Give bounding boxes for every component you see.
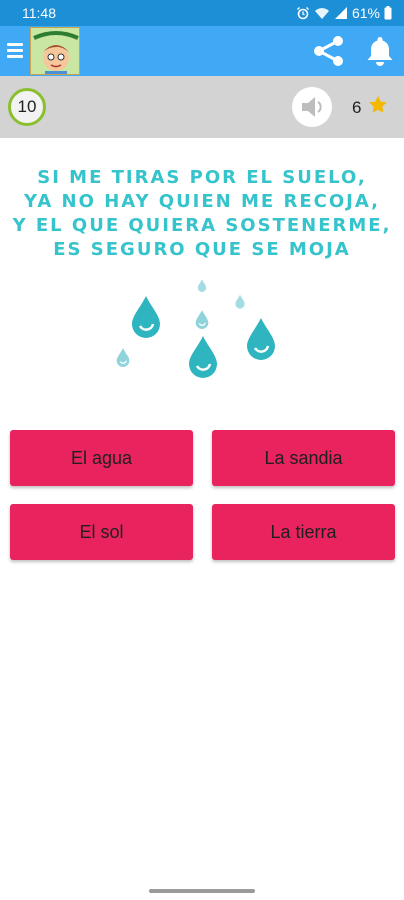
timer: 10 [8, 88, 46, 126]
riddle-line: ES SEGURO QUE SE MOJA [53, 239, 351, 260]
answer-button-1[interactable]: El agua [10, 430, 193, 486]
riddle-line: SI ME TIRAS POR EL SUELO, [37, 167, 367, 188]
riddle-text: SI ME TIRAS POR EL SUELO, YA NO HAY QUIE… [0, 166, 404, 262]
status-bar: 11:48 61% [0, 0, 404, 26]
battery-icon [384, 6, 392, 20]
answer-button-2[interactable]: La sandia [212, 430, 395, 486]
app-bar [0, 26, 404, 76]
info-bar: 10 6 [0, 76, 404, 138]
wifi-icon [314, 8, 329, 19]
status-icons: 61% [296, 5, 392, 21]
signal-icon [334, 7, 347, 19]
speaker-icon [302, 97, 322, 117]
menu-icon[interactable] [7, 43, 23, 59]
share-icon[interactable] [311, 33, 347, 69]
app-logo[interactable] [30, 27, 80, 75]
answer-button-3[interactable]: El sol [10, 504, 193, 560]
bell-icon[interactable] [363, 34, 397, 68]
sound-toggle-button[interactable] [292, 87, 332, 127]
alarm-icon [296, 7, 309, 20]
home-indicator[interactable] [149, 889, 255, 893]
status-time: 11:48 [22, 5, 56, 21]
riddle-line: Y EL QUE QUIERA SOSTENERME, [12, 215, 392, 236]
star-icon [369, 96, 387, 113]
answer-button-4[interactable]: La tierra [212, 504, 395, 560]
battery-percent: 61% [351, 5, 380, 21]
score-value: 6 [352, 98, 362, 117]
water-drops-illustration [116, 279, 275, 378]
riddle-line: YA NO HAY QUIEN ME RECOJA, [24, 191, 380, 212]
